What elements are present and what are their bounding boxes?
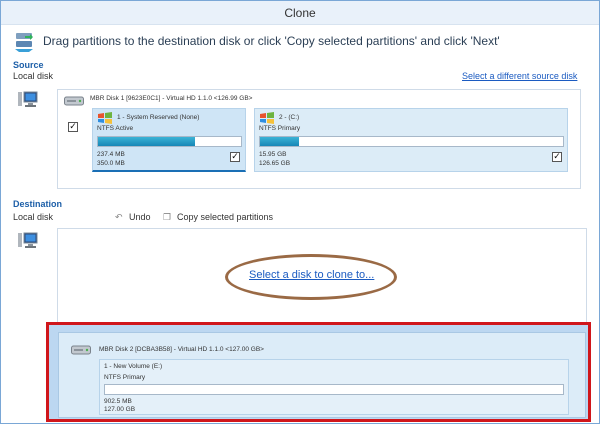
partition-filesystem: NTFS Primary — [104, 374, 146, 381]
copy-label: Copy selected partitions — [177, 212, 274, 222]
partition-select-checkbox[interactable]: ✓ — [552, 152, 562, 162]
partition-usage-bar — [97, 136, 242, 147]
select-different-source-link[interactable]: Select a different source disk — [462, 71, 577, 81]
source-disk-panel: MBR Disk 1 [9623E0C1] - Virtual HD 1.1.0… — [57, 89, 581, 189]
windows-logo-icon — [260, 112, 274, 124]
partition-card-system-reserved[interactable]: 1 - System Reserved (None) NTFS Active 2… — [92, 108, 246, 172]
partition-select-checkbox[interactable]: ✓ — [230, 152, 240, 162]
window-title: Clone — [284, 6, 316, 20]
title-bar: Clone — [1, 1, 599, 25]
partition-title: 1 - New Volume (E:) — [104, 363, 163, 370]
partition-usage-fill — [260, 137, 300, 146]
computer-icon — [18, 91, 38, 107]
undo-label: Undo — [129, 212, 151, 222]
partition-card-new-volume[interactable]: 1 - New Volume (E:) NTFS Primary 902.5 M… — [99, 359, 569, 415]
partition-total-size: 350.0 MB — [97, 160, 125, 167]
dragged-disk-panel[interactable]: MBR Disk 2 [DCBA3B58] - Virtual HD 1.1.0… — [58, 332, 586, 418]
partition-filesystem: NTFS Active — [97, 125, 134, 132]
hard-disk-icon — [71, 345, 91, 355]
instruction-text: Drag partitions to the destination disk … — [43, 34, 500, 48]
partition-used-size: 237.4 MB — [97, 151, 125, 158]
select-disk-to-clone-link[interactable]: Select a disk to clone to... — [249, 269, 374, 281]
destination-disk-type-label: Local disk — [13, 212, 54, 222]
partition-card-c[interactable]: 2 - (C:) NTFS Primary 15.95 GB 126.65 GB… — [254, 108, 568, 172]
partition-usage-fill — [98, 137, 196, 146]
windows-logo-icon — [98, 112, 112, 124]
partition-total-size: 127.00 GB — [104, 406, 136, 413]
source-disk-type-label: Local disk — [13, 71, 54, 81]
source-section-label: Source — [13, 60, 44, 70]
undo-button[interactable]: ↶ Undo — [115, 212, 151, 223]
partition-usage-bar — [104, 384, 564, 395]
partition-used-size: 902.5 MB — [104, 398, 132, 405]
partition-title: 2 - (C:) — [279, 114, 300, 121]
source-disk-header: MBR Disk 1 [9623E0C1] - Virtual HD 1.1.0… — [90, 95, 253, 102]
instruction-header: Drag partitions to the destination disk … — [11, 31, 591, 55]
undo-icon: ↶ — [115, 213, 123, 223]
partition-title: 1 - System Reserved (None) — [117, 114, 200, 121]
copy-icon: ❐ — [163, 213, 172, 223]
partition-filesystem: NTFS Primary — [259, 125, 301, 132]
partition-used-size: 15.95 GB — [259, 151, 287, 158]
copy-selected-partitions-button[interactable]: ❐ Copy selected partitions — [163, 212, 273, 223]
clone-wizard-icon — [15, 33, 33, 52]
source-disk-checkbox[interactable]: ✓ — [68, 122, 78, 132]
destination-disk-header: MBR Disk 2 [DCBA3B58] - Virtual HD 1.1.0… — [99, 346, 264, 353]
partition-usage-bar — [259, 136, 564, 147]
destination-section-label: Destination — [13, 199, 63, 209]
partition-total-size: 126.65 GB — [259, 160, 291, 167]
computer-icon — [18, 232, 38, 248]
hard-disk-icon — [64, 96, 84, 106]
